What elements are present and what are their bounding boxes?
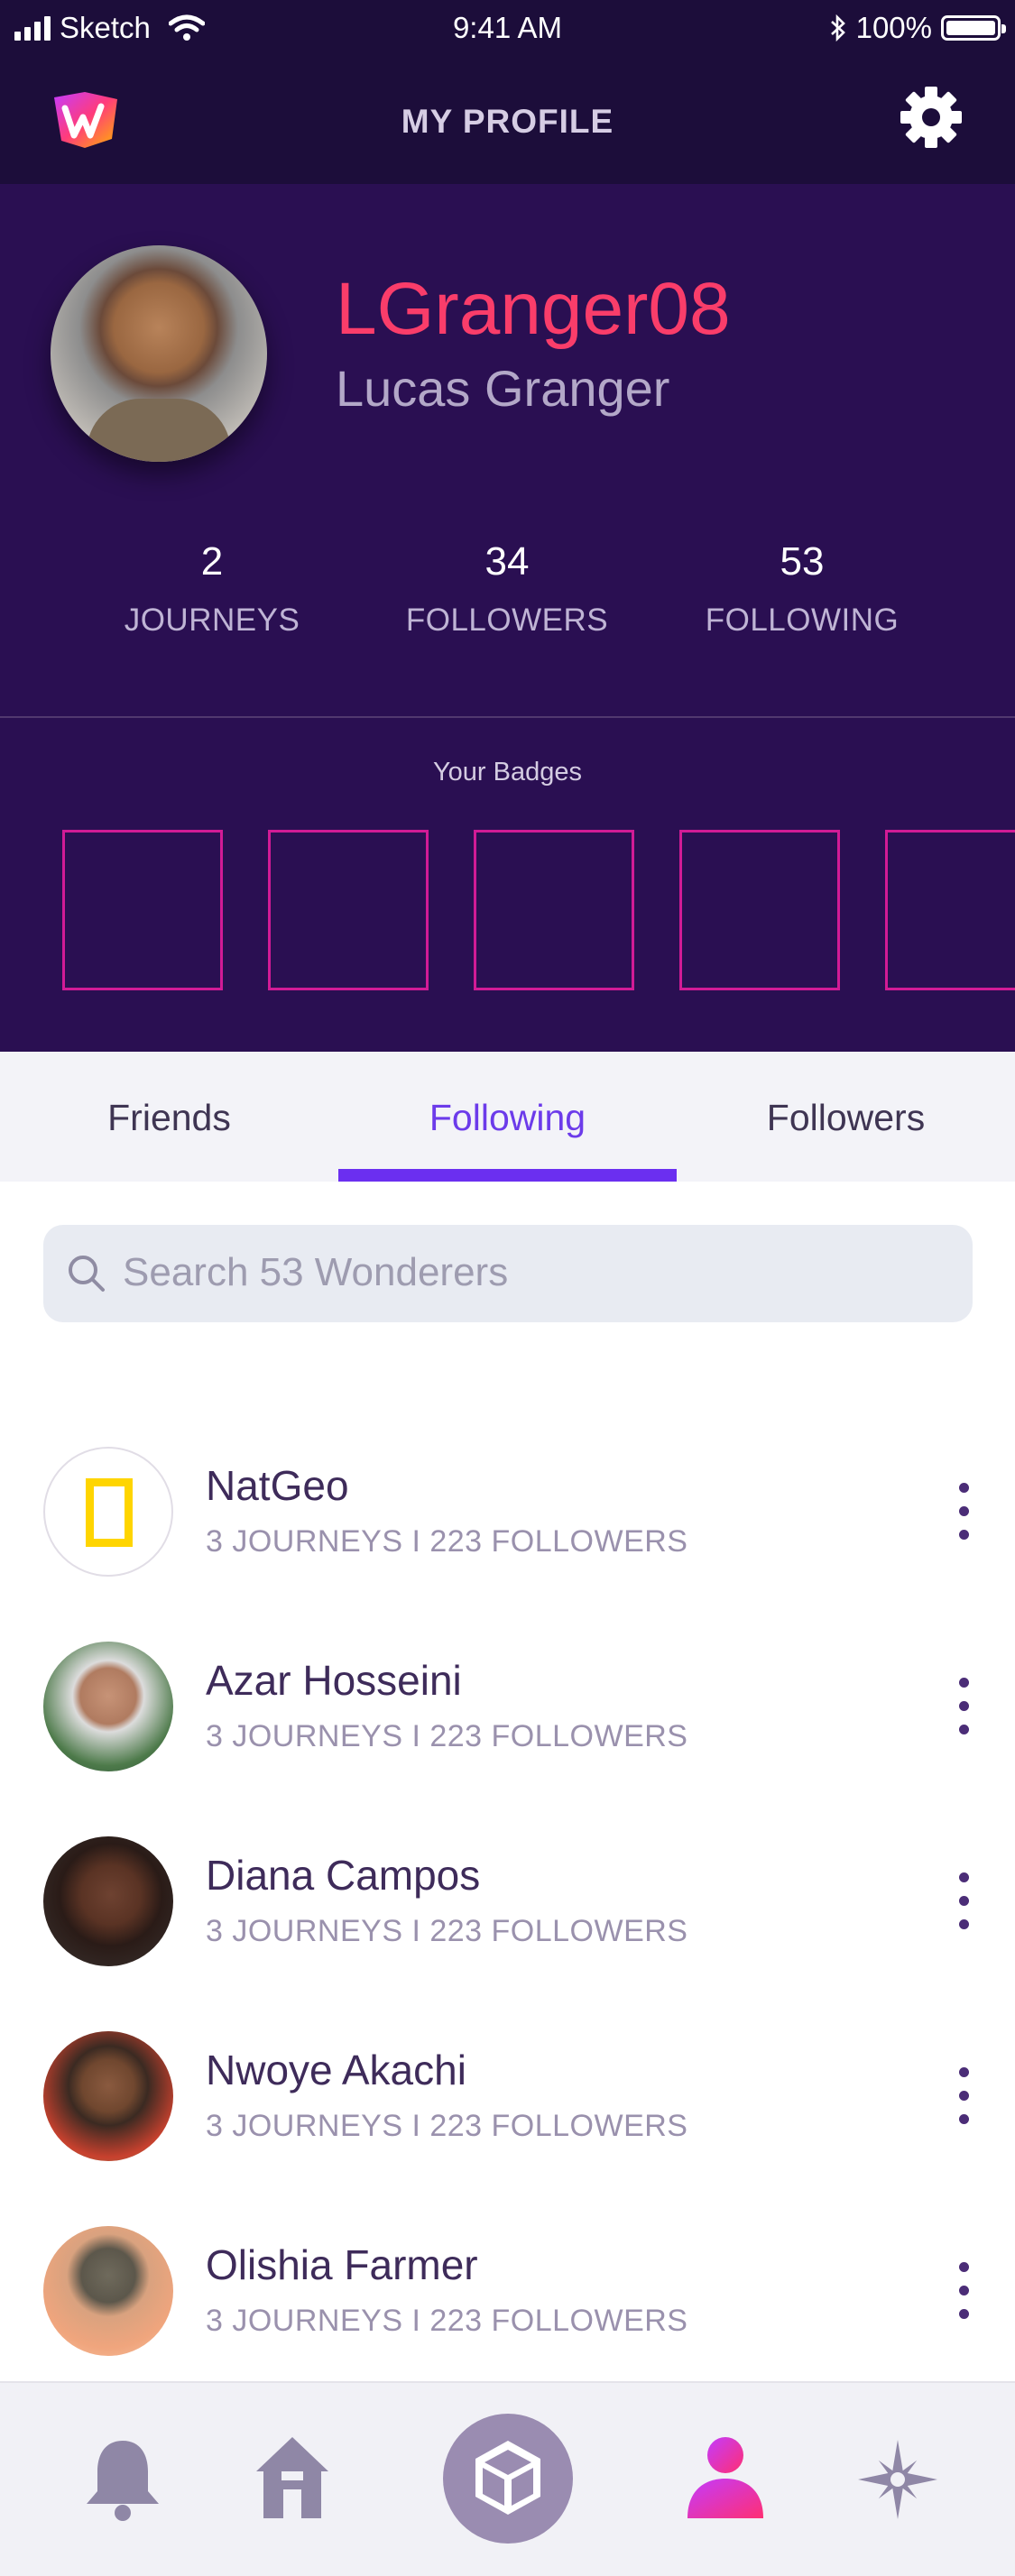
profile-icon[interactable] [682,2435,769,2525]
list-item[interactable]: Olishia Farmer 3 JOURNEYS I 223 FOLLOWER… [0,2226,1015,2406]
explore-icon[interactable] [855,2437,940,2522]
cube-icon[interactable] [443,2414,573,2544]
gear-icon[interactable] [899,85,964,150]
stat-journeys[interactable]: 2 JOURNEYS [63,539,361,639]
tab-bar: Friends Following Followers [0,1052,1015,1182]
badges-title: Your Badges [432,758,582,787]
list-item-meta: 3 JOURNEYS I 223 FOLLOWERS [206,1719,688,1753]
list-item-meta: 3 JOURNEYS I 223 FOLLOWERS [206,1914,688,1948]
battery-percent: 100% [855,11,932,44]
list-item-name: Azar Hosseini [206,1657,462,1704]
more-options-icon[interactable] [947,2067,980,2130]
list-item[interactable]: Diana Campos 3 JOURNEYS I 223 FOLLOWERS [0,1836,1015,2017]
stat-followers[interactable]: 34 FOLLOWERS [358,539,656,639]
list-item[interactable]: Azar Hosseini 3 JOURNEYS I 223 FOLLOWERS [0,1642,1015,1822]
search-input[interactable]: Search 53 Wonderers [43,1225,973,1322]
home-icon[interactable] [249,2433,336,2524]
badge-slot[interactable] [474,830,634,990]
stat-value: 53 [780,539,825,584]
list-item[interactable]: Nwoye Akachi 3 JOURNEYS I 223 FOLLOWERS [0,2031,1015,2212]
list-item-name: Olishia Farmer [206,2241,478,2288]
stat-label: FOLLOWING [705,603,900,638]
avatar[interactable] [51,245,267,462]
page-title: MY PROFILE [401,103,614,140]
list-item-meta: 3 JOURNEYS I 223 FOLLOWERS [206,2304,688,2338]
badge-slot[interactable] [268,830,429,990]
bluetooth-icon [830,14,845,41]
profile-header: LGranger08 Lucas Granger 2 JOURNEYS 34 F… [0,184,1015,1052]
badge-slot[interactable] [679,830,840,990]
stat-label: FOLLOWERS [405,603,609,638]
active-tab-indicator [338,1169,677,1182]
stat-following[interactable]: 53 FOLLOWING [653,539,951,639]
search-icon [69,1256,105,1292]
tab-following[interactable]: Following [338,1052,677,1182]
list-item-meta: 3 JOURNEYS I 223 FOLLOWERS [206,1524,688,1559]
more-options-icon[interactable] [947,1678,980,1741]
list-item[interactable]: NatGeo 3 JOURNEYS I 223 FOLLOWERS [0,1447,1015,1627]
avatar [43,2031,173,2161]
natgeo-logo-icon [86,1478,133,1547]
divider [0,716,1015,718]
avatar [43,1836,173,1966]
battery-icon [941,15,1006,41]
nav-bar: MY PROFILE [0,58,1015,184]
status-right: 100% [829,11,1006,45]
more-options-icon[interactable] [947,1872,980,1936]
stat-value: 2 [200,539,224,584]
stat-label: JOURNEYS [124,603,300,638]
search-placeholder: Search 53 Wonderers [123,1250,509,1294]
more-options-icon[interactable] [947,2262,980,2325]
username: LGranger08 [336,268,731,350]
tab-friends[interactable]: Friends [0,1052,338,1182]
top-bar: Sketch 9:41 AM 100% MY PROFILE [0,0,1015,184]
full-name: Lucas Granger [336,360,670,417]
status-bar: Sketch 9:41 AM 100% [0,0,1015,58]
bottom-tab-bar [0,2381,1015,2576]
list-item-name: NatGeo [206,1462,349,1509]
badge-slot[interactable] [62,830,223,990]
tab-followers[interactable]: Followers [677,1052,1015,1182]
list-item-name: Nwoye Akachi [206,2047,466,2093]
bell-icon[interactable] [79,2435,166,2525]
avatar [43,2226,173,2356]
badge-slot[interactable] [885,830,1015,990]
avatar [43,1642,173,1771]
stat-value: 34 [484,539,530,584]
list-item-meta: 3 JOURNEYS I 223 FOLLOWERS [206,2109,688,2143]
list-item-name: Diana Campos [206,1852,481,1899]
more-options-icon[interactable] [947,1483,980,1546]
avatar [43,1447,173,1577]
